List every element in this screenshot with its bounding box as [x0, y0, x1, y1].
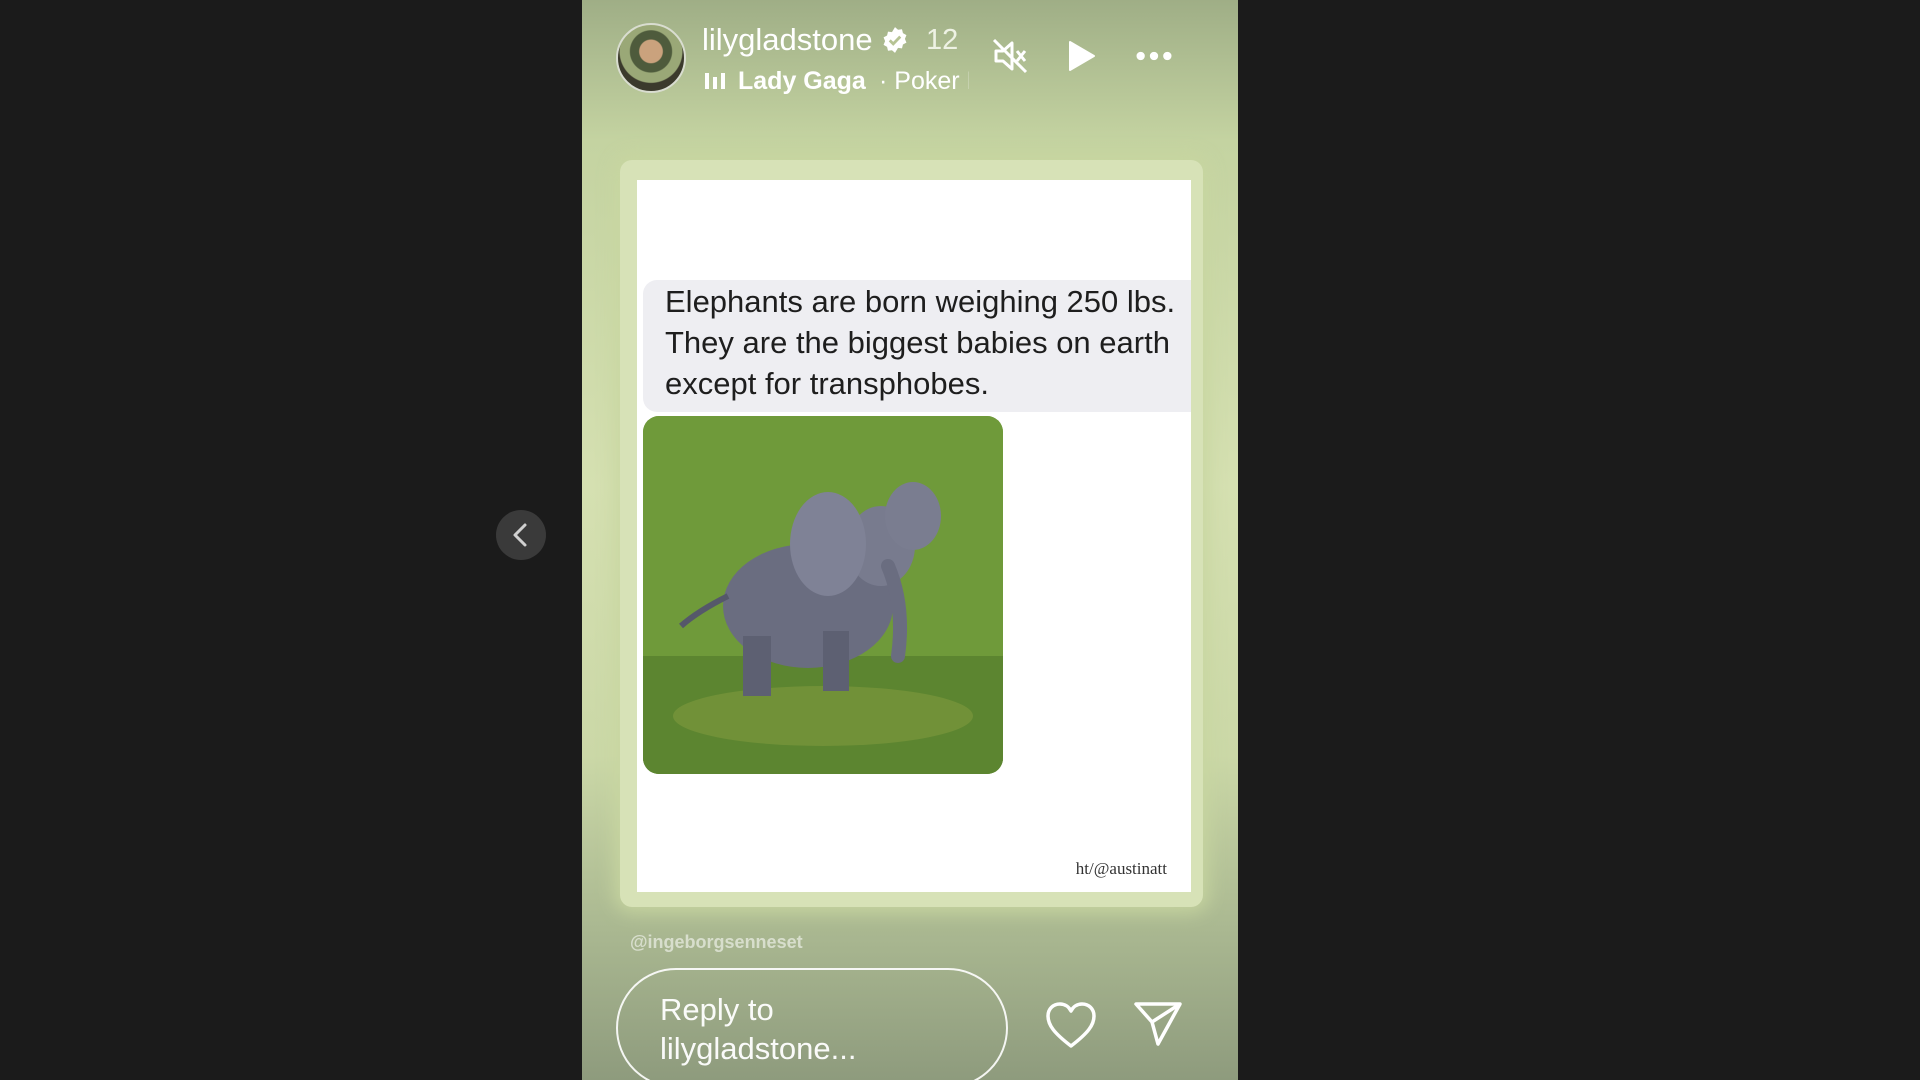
username[interactable]: lilygladstone: [702, 22, 873, 58]
story-viewer: lilygladstone 12 Lady Gaga · Poker I Ele…: [582, 0, 1238, 1080]
music-song[interactable]: · Poker I: [879, 67, 969, 96]
mention-sticker[interactable]: @ingeborgsenneset: [630, 932, 803, 953]
story-header: lilygladstone 12 Lady Gaga · Poker I: [582, 0, 1238, 120]
send-icon[interactable]: [1132, 1000, 1184, 1048]
image-credit: ht/@austinatt: [1075, 859, 1167, 878]
post-text: Elephants are born weighing 250 lbs. The…: [665, 284, 1176, 401]
reply-placeholder: Reply to lilygladstone...: [660, 992, 857, 1066]
music-bars-icon: [703, 71, 727, 91]
heart-icon[interactable]: [1044, 1000, 1098, 1050]
previous-story-button[interactable]: [496, 510, 546, 560]
story-time: 12: [926, 24, 959, 56]
mute-icon[interactable]: [990, 36, 1030, 76]
reply-input[interactable]: Reply to lilygladstone...: [616, 968, 1008, 1080]
chevron-left-icon: [513, 523, 527, 547]
more-options-icon[interactable]: [1134, 36, 1174, 76]
elephant-photo: [643, 416, 1003, 774]
play-icon[interactable]: [1060, 36, 1100, 76]
avatar[interactable]: [616, 23, 686, 93]
music-artist[interactable]: Lady Gaga: [738, 67, 866, 96]
shared-post-card[interactable]: Elephants are born weighing 250 lbs. The…: [637, 180, 1191, 892]
verified-badge-icon: [881, 26, 909, 54]
